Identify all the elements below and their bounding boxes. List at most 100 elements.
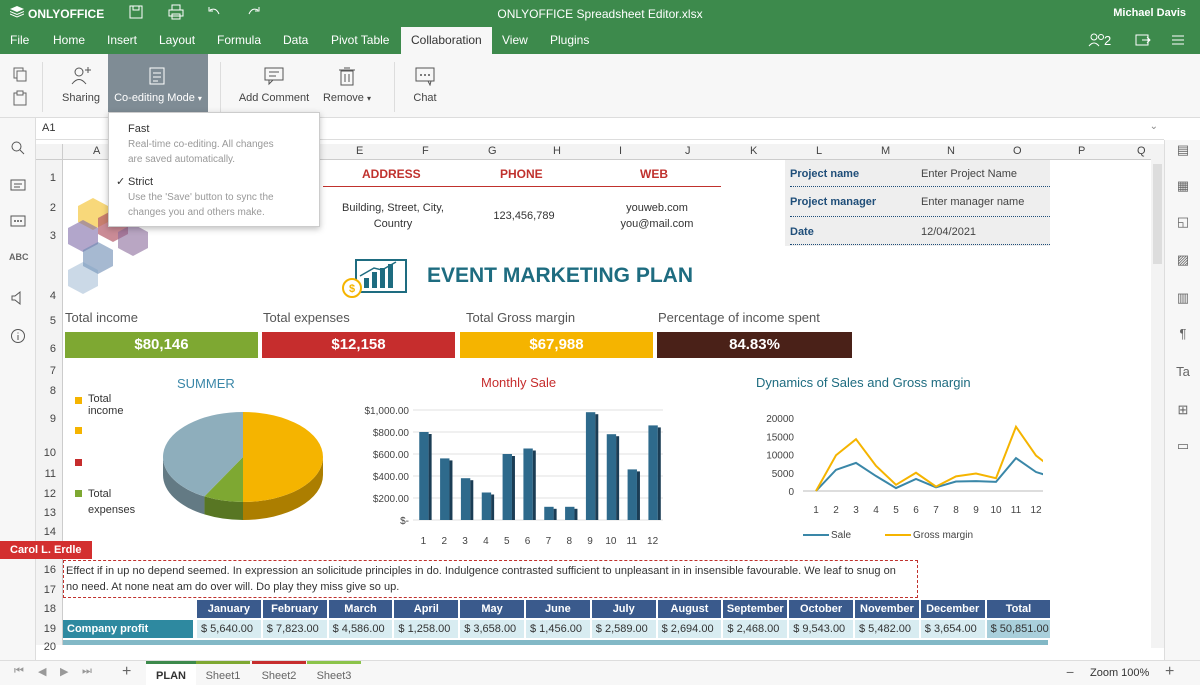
last-sheet-icon[interactable]: ⏭ (82, 665, 92, 678)
project-name-value[interactable]: Enter Project Name (921, 168, 1017, 180)
tab-file[interactable]: File (0, 27, 39, 54)
sheet-grid[interactable]: ADDRESS PHONE WEB Building, Street, City… (63, 160, 1164, 645)
column-header[interactable]: Q (1137, 145, 1146, 157)
row-header[interactable]: 7 (50, 365, 56, 377)
sharing-button[interactable]: Sharing (58, 54, 104, 118)
column-header[interactable]: A (93, 145, 100, 157)
bar-chart[interactable]: $1,000.00 $800.00 $600.00 $400.00 $200.00 $- 1… (353, 400, 673, 548)
open-location-icon[interactable] (1134, 32, 1152, 51)
prev-sheet-icon[interactable]: ◀ (38, 665, 46, 678)
row-header[interactable]: 8 (50, 385, 56, 397)
row-header[interactable]: 19 (44, 623, 56, 635)
vertical-scrollbar[interactable] (1151, 144, 1164, 648)
chart-settings-icon[interactable]: ▥ (1174, 290, 1192, 306)
row-header[interactable]: 20 (44, 641, 56, 653)
coediting-mode-button[interactable]: Co-editing Mode ▾ (108, 54, 208, 118)
add-comment-button[interactable]: Add Comment (236, 54, 312, 118)
sheet-tab-sheet3[interactable]: Sheet3 (307, 661, 361, 685)
textart-settings-icon[interactable]: Ta (1174, 364, 1192, 380)
zoom-out-icon[interactable]: − (1066, 664, 1074, 680)
tab-home[interactable]: Home (43, 27, 95, 54)
column-header[interactable]: P (1078, 145, 1085, 157)
column-header[interactable]: J (685, 145, 691, 157)
pivot-settings-icon[interactable]: ⊞ (1174, 402, 1192, 418)
row-header[interactable]: 2 (50, 202, 56, 214)
column-header[interactable]: L (816, 145, 822, 157)
column-header[interactable]: H (553, 145, 561, 157)
paste-icon[interactable] (12, 90, 28, 109)
tab-plugins[interactable]: Plugins (540, 27, 599, 54)
first-sheet-icon[interactable]: ⏮ (14, 665, 24, 678)
row-header[interactable]: 13 (44, 507, 56, 519)
tab-collaboration[interactable]: Collaboration (401, 27, 492, 54)
profit-cell[interactable]: $ 50,851.00 (986, 620, 1051, 638)
add-sheet-icon[interactable]: + (122, 663, 131, 681)
column-header[interactable]: F (422, 145, 429, 157)
column-header[interactable]: E (356, 145, 363, 157)
line-chart[interactable]: 2000015000100005000012345678910111213Sal… (683, 400, 1043, 548)
users-count[interactable]: 2 (1104, 33, 1111, 48)
expand-formula-icon[interactable]: ⌄ (1150, 121, 1158, 132)
tab-layout[interactable]: Layout (149, 27, 205, 54)
tab-view[interactable]: View (492, 27, 538, 54)
profit-cell[interactable]: $ 7,823.00 (262, 620, 327, 638)
signature-settings-icon[interactable]: ▭ (1174, 438, 1192, 454)
about-icon[interactable] (9, 328, 27, 344)
row-header[interactable]: 9 (50, 413, 56, 425)
cell-settings-icon[interactable]: ▤ (1174, 142, 1192, 158)
tab-data[interactable]: Data (273, 27, 318, 54)
profit-cell[interactable]: $ 3,658.00 (460, 620, 524, 638)
profit-cell[interactable]: $ 1,258.00 (394, 620, 459, 638)
chat-sidebar-icon[interactable] (9, 214, 27, 230)
profit-cell[interactable]: $ 9,543.00 (789, 620, 853, 638)
profit-cell[interactable]: $ 1,456.00 (526, 620, 590, 638)
row-header[interactable]: 14 (44, 526, 56, 538)
comments-icon[interactable] (9, 178, 27, 194)
menu-icon[interactable] (1170, 32, 1186, 51)
profit-cell[interactable]: $ 5,482.00 (855, 620, 919, 638)
mode-strict-option[interactable]: Strict (128, 176, 153, 188)
search-icon[interactable] (9, 140, 27, 156)
tab-pivot-table[interactable]: Pivot Table (321, 27, 399, 54)
table-settings-icon[interactable]: ▦ (1174, 178, 1192, 194)
row-header[interactable]: 6 (50, 343, 56, 355)
row-header[interactable]: 16 (44, 564, 56, 576)
image-settings-icon[interactable]: ▨ (1174, 252, 1192, 268)
row-header[interactable]: 17 (44, 584, 56, 596)
profit-cell[interactable]: $ 2,468.00 (723, 620, 788, 638)
row-header[interactable]: 5 (50, 315, 56, 327)
row-header[interactable]: 12 (44, 488, 56, 500)
row-header[interactable]: 10 (44, 447, 56, 459)
scroll-thumb[interactable] (1153, 164, 1162, 264)
profit-cell[interactable]: $ 4,586.00 (328, 620, 393, 638)
profit-cell[interactable]: $ 5,640.00 (197, 620, 261, 638)
copy-icon[interactable] (12, 66, 28, 85)
chat-button[interactable]: Chat (406, 54, 444, 118)
column-header[interactable]: K (750, 145, 757, 157)
row-header[interactable]: 3 (50, 230, 56, 242)
select-all-corner[interactable] (36, 144, 63, 160)
zoom-level[interactable]: Zoom 100% (1090, 667, 1149, 679)
user-name[interactable]: Michael Davis (1113, 7, 1186, 19)
profit-cell[interactable]: $ 2,589.00 (591, 620, 656, 638)
row-header[interactable]: 4 (50, 290, 56, 302)
tab-formula[interactable]: Formula (207, 27, 271, 54)
row-header[interactable]: 18 (44, 603, 56, 615)
project-manager-value[interactable]: Enter manager name (921, 196, 1024, 208)
spellcheck-icon[interactable]: ABC (9, 252, 29, 268)
mode-fast-option[interactable]: Fast (128, 123, 149, 135)
paragraph-settings-icon[interactable]: ¶ (1174, 326, 1192, 342)
remove-button[interactable]: Remove ▾ (318, 54, 376, 118)
next-sheet-icon[interactable]: ▶ (60, 665, 68, 678)
sheet-tab-plan[interactable]: PLAN (146, 661, 196, 685)
row-header[interactable]: 1 (50, 172, 56, 184)
date-value[interactable]: 12/04/2021 (921, 226, 976, 238)
tab-insert[interactable]: Insert (97, 27, 147, 54)
row-header[interactable]: 11 (45, 468, 56, 480)
sheet-tab-sheet2[interactable]: Sheet2 (252, 661, 306, 685)
profit-cell[interactable]: $ 3,654.00 (920, 620, 985, 638)
column-header[interactable]: N (947, 145, 955, 157)
column-header[interactable]: G (488, 145, 497, 157)
profit-cell[interactable]: $ 2,694.00 (657, 620, 722, 638)
shape-settings-icon[interactable]: ◱ (1174, 214, 1192, 230)
